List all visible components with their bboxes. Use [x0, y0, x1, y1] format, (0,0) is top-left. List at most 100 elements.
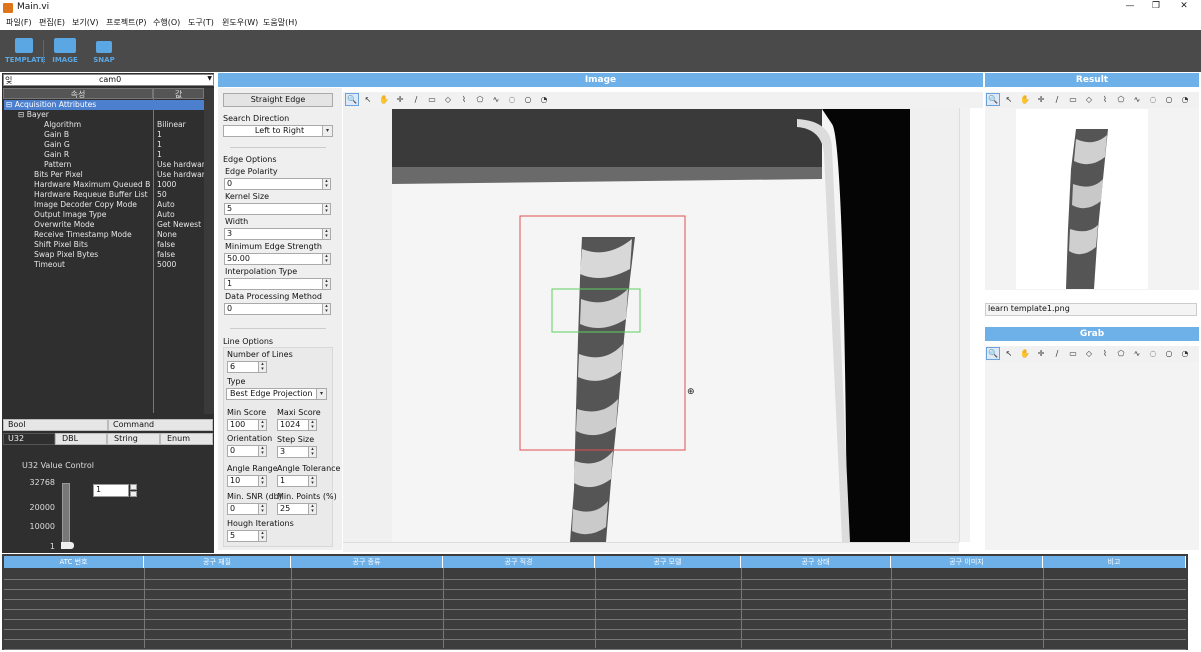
tree-row[interactable]: Pattern Use hardware: [4, 160, 204, 170]
table-row[interactable]: [4, 649, 1186, 650]
menu-project[interactable]: 프로젝트(P): [106, 17, 147, 28]
freeshape-icon[interactable]: ◌: [1146, 347, 1160, 360]
u32-slider[interactable]: [62, 483, 70, 546]
decrement-icon[interactable]: [130, 491, 137, 497]
tree-row[interactable]: Swap Pixel Bytes false: [4, 250, 204, 260]
spinner-icon[interactable]: ▴ ▾: [308, 420, 316, 430]
tree-row[interactable]: Output Image Type Auto: [4, 210, 204, 220]
snap-button[interactable]: SNAP: [91, 38, 117, 64]
step-size-field[interactable]: 3 ▴ ▾: [277, 446, 317, 458]
oval-icon[interactable]: ○: [521, 93, 535, 106]
orientation-field[interactable]: 0 ▴ ▾: [227, 445, 267, 457]
tree-row[interactable]: Bits Per Pixel Use hardware: [4, 170, 204, 180]
annulus-icon[interactable]: ◔: [537, 93, 551, 106]
grab-canvas[interactable]: [985, 362, 1199, 550]
pan-icon[interactable]: ✋: [1018, 93, 1032, 106]
freeline-icon[interactable]: ∿: [1130, 93, 1144, 106]
straight-edge-button[interactable]: Straight Edge: [223, 93, 333, 107]
spinner-icon[interactable]: ▴ ▾: [308, 476, 316, 486]
spinner-icon[interactable]: ▴ ▾: [258, 531, 266, 541]
menu-file[interactable]: 파일(F): [6, 17, 32, 28]
rect-icon[interactable]: ▭: [1066, 93, 1080, 106]
spinner-icon[interactable]: ▴ ▾: [258, 476, 266, 486]
data-processing-field[interactable]: 0 ▴ ▾: [224, 303, 331, 315]
tab-u32[interactable]: U32: [3, 433, 55, 445]
tab-dbl[interactable]: DBL: [55, 433, 107, 445]
pointer-icon[interactable]: ↖: [1002, 347, 1016, 360]
u32-input[interactable]: 1: [93, 484, 129, 497]
oval-icon[interactable]: ○: [1162, 93, 1176, 106]
min-snr-field[interactable]: 0 ▴ ▾: [227, 503, 267, 515]
spinner-icon[interactable]: ▴ ▾: [258, 504, 266, 514]
spinner-icon[interactable]: ▴ ▾: [322, 229, 330, 239]
line-icon[interactable]: ∕: [1050, 93, 1064, 106]
polyline-icon[interactable]: ⌇: [457, 93, 471, 106]
table-header-cell[interactable]: 공구 종류: [291, 556, 443, 568]
restore-button[interactable]: ❐: [1143, 1, 1169, 15]
template-button[interactable]: TEMPLATE: [5, 38, 46, 64]
oval-icon[interactable]: ○: [1162, 347, 1176, 360]
tree-row[interactable]: Image Decoder Copy Mode Auto: [4, 200, 204, 210]
menu-view[interactable]: 보기(V): [72, 17, 98, 28]
polygon-icon[interactable]: ⬠: [1114, 93, 1128, 106]
zoom-icon[interactable]: 🔍: [986, 93, 1000, 106]
annulus-icon[interactable]: ◔: [1178, 93, 1192, 106]
crosshair-icon[interactable]: ✛: [1034, 347, 1048, 360]
increment-icon[interactable]: [130, 484, 137, 490]
polyline-icon[interactable]: ⌇: [1098, 93, 1112, 106]
spinner-icon[interactable]: ▴ ▾: [322, 204, 330, 214]
pan-icon[interactable]: ✋: [377, 93, 391, 106]
tree-row[interactable]: Receive Timestamp Mode None: [4, 230, 204, 240]
tree-row[interactable]: Hardware Requeue Buffer List Threshold 50: [4, 190, 204, 200]
tree-row[interactable]: Timeout 5000: [4, 260, 204, 270]
spinner-icon[interactable]: ▴ ▾: [258, 446, 266, 456]
line-icon[interactable]: ∕: [1050, 347, 1064, 360]
num-lines-field[interactable]: 6 ▴ ▾: [227, 361, 267, 373]
freeshape-icon[interactable]: ◌: [1146, 93, 1160, 106]
zoom-icon[interactable]: 🔍: [345, 93, 359, 106]
tab-enum[interactable]: Enum: [160, 433, 213, 445]
freeline-icon[interactable]: ∿: [489, 93, 503, 106]
line-icon[interactable]: ∕: [409, 93, 423, 106]
menu-edit[interactable]: 편집(E): [39, 17, 65, 28]
tree-row[interactable]: Gain B 1: [4, 130, 204, 140]
table-header-cell[interactable]: 공구 모델: [595, 556, 741, 568]
close-button[interactable]: ✕: [1171, 1, 1197, 15]
menu-tools[interactable]: 도구(T): [188, 17, 214, 28]
kernel-size-field[interactable]: 5 ▴ ▾: [224, 203, 331, 215]
spinner-icon[interactable]: ▴ ▾: [322, 179, 330, 189]
pan-icon[interactable]: ✋: [1018, 347, 1032, 360]
menu-window[interactable]: 윈도우(W): [222, 17, 258, 28]
polyline-icon[interactable]: ⌇: [1098, 347, 1112, 360]
table-header-cell[interactable]: 공구 재질: [144, 556, 291, 568]
freeshape-icon[interactable]: ◌: [505, 93, 519, 106]
pointer-icon[interactable]: ↖: [1002, 93, 1016, 106]
camera-select[interactable]: 잊 cam0 ▼: [3, 74, 214, 86]
tree-header-value[interactable]: 값: [153, 88, 204, 99]
width-field[interactable]: 3 ▴ ▾: [224, 228, 331, 240]
tab-string[interactable]: String: [107, 433, 160, 445]
min-edge-strength-field[interactable]: 50.00 ▴ ▾: [224, 253, 331, 265]
crosshair-icon[interactable]: ✛: [393, 93, 407, 106]
table-header-cell[interactable]: 공구 이미지: [891, 556, 1043, 568]
tree-row[interactable]: Shift Pixel Bits false: [4, 240, 204, 250]
u32-slider-thumb[interactable]: [61, 542, 74, 549]
tab-command[interactable]: Command: [108, 419, 213, 431]
annulus-icon[interactable]: ◔: [1178, 347, 1192, 360]
spinner-icon[interactable]: ▴ ▾: [322, 279, 330, 289]
table-header-cell[interactable]: ATC 번호: [4, 556, 144, 568]
tree-row[interactable]: Hardware Maximum Queued Buffer 1000: [4, 180, 204, 190]
edge-polarity-field[interactable]: 0 ▴ ▾: [224, 178, 331, 190]
image-horizontal-scrollbar[interactable]: [343, 542, 959, 552]
line-type-select[interactable]: Best Edge Projection ▾: [226, 388, 327, 400]
zoom-icon[interactable]: 🔍: [986, 347, 1000, 360]
hough-iterations-field[interactable]: 5 ▴ ▾: [227, 530, 267, 542]
rect-icon[interactable]: ▭: [1066, 347, 1080, 360]
rotated-rect-icon[interactable]: ◇: [1082, 93, 1096, 106]
tree-row[interactable]: Overwrite Mode Get Newest: [4, 220, 204, 230]
search-direction-select[interactable]: Left to Right ▾: [223, 125, 333, 137]
tree-row[interactable]: ⊟ Acquisition Attributes: [4, 100, 204, 110]
camera-image[interactable]: [392, 109, 910, 542]
spinner-icon[interactable]: ▴ ▾: [322, 304, 330, 314]
spinner-icon[interactable]: ▴ ▾: [322, 254, 330, 264]
